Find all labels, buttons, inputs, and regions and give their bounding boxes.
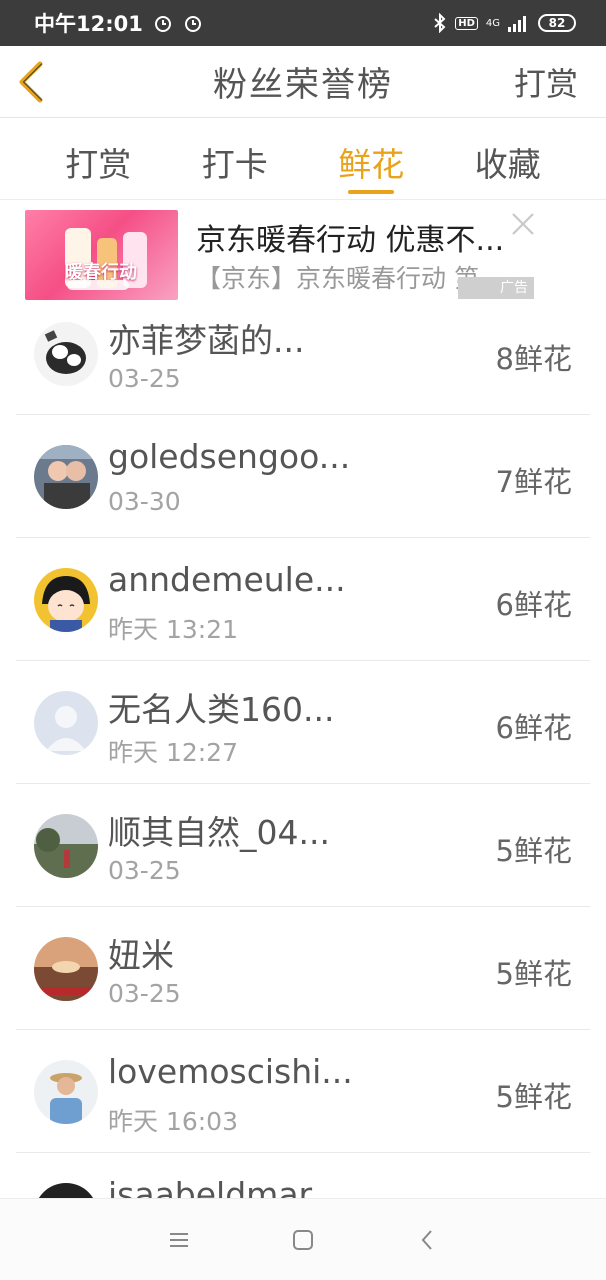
- header: 粉丝荣誉榜 打赏: [0, 46, 606, 118]
- avatar-image: [34, 568, 98, 632]
- list-item[interactable]: isaabeldmar...: [16, 1153, 590, 1198]
- signal-icon: [508, 16, 526, 32]
- flower-count: 6鲜花: [495, 711, 572, 745]
- fan-time: 昨天 12:27: [108, 738, 238, 767]
- flower-count: 5鲜花: [495, 1080, 572, 1114]
- avatar[interactable]: [34, 1183, 98, 1198]
- avatar[interactable]: [34, 1060, 98, 1124]
- system-back-button[interactable]: [412, 1225, 442, 1255]
- flower-count: 8鲜花: [495, 342, 572, 376]
- fan-name: isaabeldmar...: [108, 1175, 341, 1198]
- fan-time: 03-30: [108, 487, 181, 516]
- fan-time: 03-25: [108, 856, 181, 885]
- avatar-image: [34, 322, 98, 386]
- battery-icon: 82: [538, 14, 576, 32]
- fan-time: 昨天 13:21: [108, 615, 238, 644]
- hd-badge: HD: [455, 16, 478, 30]
- system-nav-bar: [0, 1198, 606, 1280]
- alarm-icon: [154, 16, 171, 32]
- ad-close-button[interactable]: [510, 211, 536, 237]
- status-left: 中午12:01: [34, 8, 203, 38]
- avatar[interactable]: [34, 445, 98, 509]
- fan-time: 03-25: [108, 979, 181, 1008]
- tab-checkin[interactable]: 打卡: [180, 118, 290, 199]
- avatar-image: [34, 814, 98, 878]
- fan-time: 03-25: [108, 364, 181, 393]
- status-bar: 中午12:01 HD 4G 82: [0, 0, 606, 46]
- fan-name: anndemeule...: [108, 560, 346, 599]
- avatar-image: [34, 937, 98, 1001]
- tab-reward[interactable]: 打赏: [43, 118, 153, 199]
- list-item[interactable]: goledsengoo... 03-30 7鲜花: [16, 415, 590, 538]
- avatar[interactable]: [34, 568, 98, 632]
- close-icon: [512, 213, 534, 235]
- ad-banner[interactable]: 暖春行动 京东暖春行动 优惠不... 【京东】京东暖春行动 第 广告: [0, 201, 606, 305]
- ad-image[interactable]: 暖春行动: [25, 210, 178, 300]
- bluetooth-icon: [434, 13, 446, 33]
- square-icon: [293, 1229, 313, 1250]
- status-right: HD 4G 82: [433, 13, 576, 33]
- fan-list[interactable]: 亦菲梦菡的... 03-25 8鲜花 goledsengoo... 03-30 …: [16, 292, 590, 1198]
- menu-icon: [170, 1232, 188, 1247]
- avatar-image: [34, 1183, 98, 1198]
- flower-count: 6鲜花: [495, 588, 572, 622]
- fan-name: 顺其自然_04...: [108, 813, 330, 852]
- flower-count: 7鲜花: [495, 465, 572, 499]
- fan-name: goledsengoo...: [108, 437, 351, 476]
- ad-image-pill: [67, 280, 129, 290]
- status-time: 中午12:01: [34, 12, 143, 36]
- avatar-image: [34, 445, 98, 509]
- list-item[interactable]: lovemoscishi... 昨天 16:03 5鲜花: [16, 1030, 590, 1153]
- avatar-image: [34, 1060, 98, 1124]
- alarm-icon-2: [184, 16, 201, 32]
- avatar[interactable]: [34, 322, 98, 386]
- chevron-left-icon: [421, 1229, 432, 1250]
- avatar[interactable]: [34, 937, 98, 1001]
- menu-button[interactable]: [164, 1225, 194, 1255]
- fan-time: 昨天 16:03: [108, 1107, 238, 1136]
- tab-bar: 打赏 打卡 鲜花 收藏: [0, 118, 606, 200]
- list-item[interactable]: 妞米 03-25 5鲜花: [16, 907, 590, 1030]
- avatar[interactable]: [34, 814, 98, 878]
- home-button[interactable]: [288, 1225, 318, 1255]
- tab-flowers[interactable]: 鲜花: [316, 118, 426, 199]
- fan-name: 妞米: [108, 936, 174, 975]
- fan-name: 亦菲梦菡的...: [108, 321, 305, 360]
- reward-button[interactable]: 打赏: [514, 59, 578, 105]
- ad-title[interactable]: 京东暖春行动 优惠不...: [196, 215, 536, 259]
- list-item[interactable]: 顺其自然_04... 03-25 5鲜花: [16, 784, 590, 907]
- list-item[interactable]: 无名人类160... 昨天 12:27 6鲜花: [16, 661, 590, 784]
- default-avatar-icon: [34, 691, 98, 755]
- flower-count: 5鲜花: [495, 834, 572, 868]
- tab-favorites[interactable]: 收藏: [453, 118, 563, 199]
- fan-name: lovemoscishi...: [108, 1052, 353, 1091]
- network-label: 4G: [485, 17, 500, 29]
- list-item[interactable]: 亦菲梦菡的... 03-25 8鲜花: [16, 292, 590, 415]
- avatar[interactable]: [34, 691, 98, 755]
- list-item[interactable]: anndemeule... 昨天 13:21 6鲜花: [16, 538, 590, 661]
- flower-count: 5鲜花: [495, 957, 572, 991]
- fan-name: 无名人类160...: [108, 690, 335, 729]
